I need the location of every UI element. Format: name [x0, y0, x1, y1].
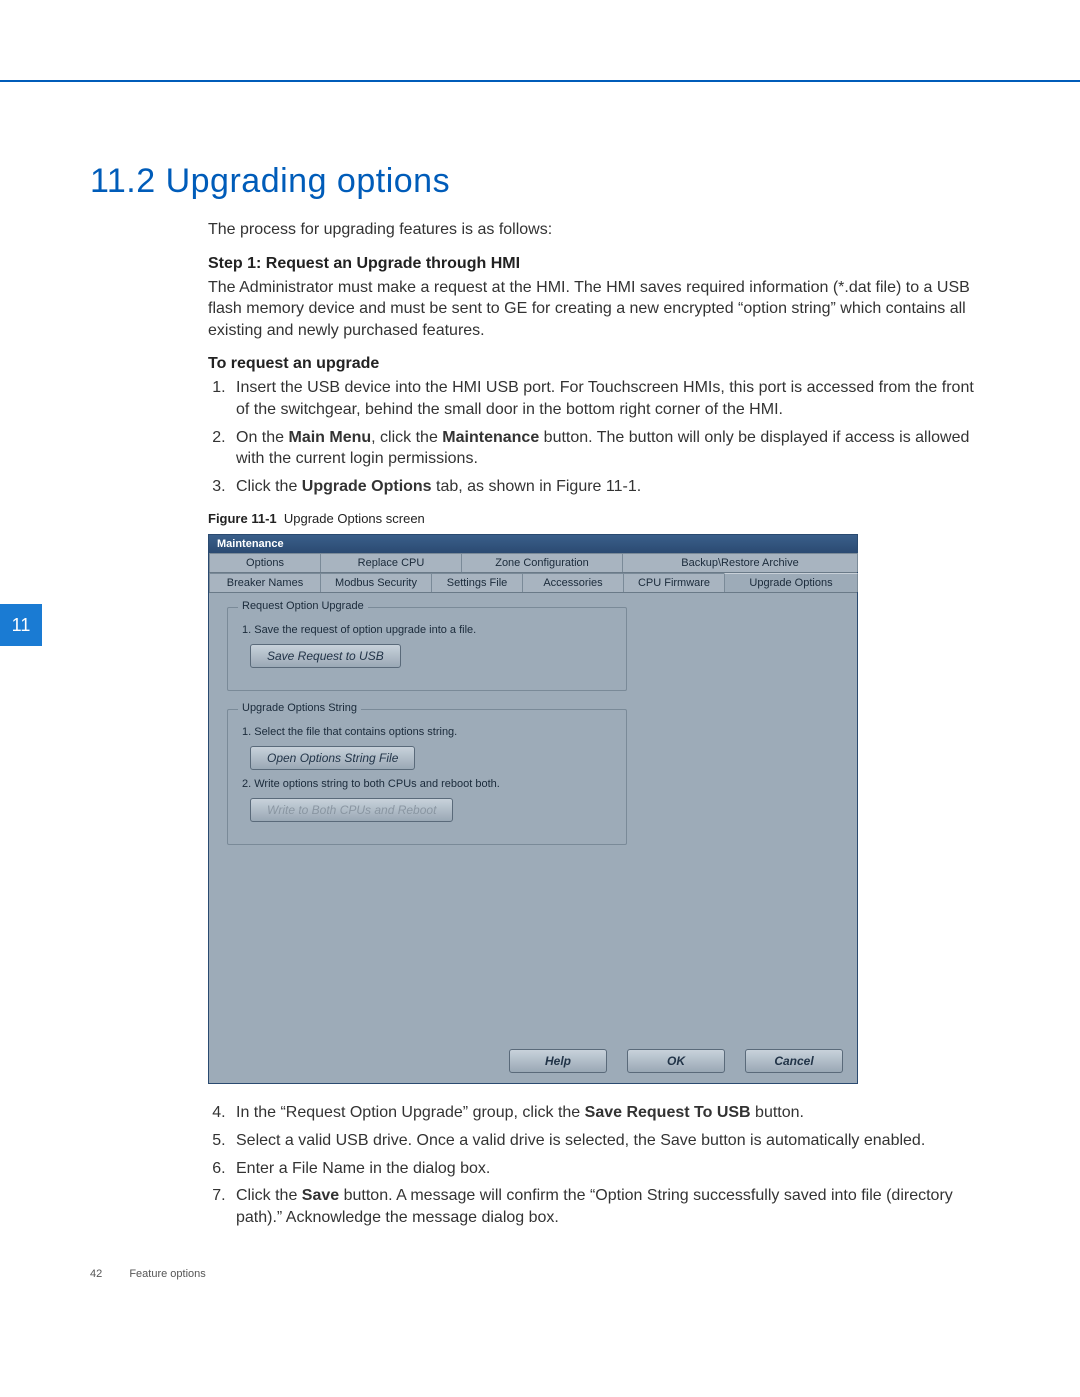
step1-text: The Administrator must make a request at… [208, 277, 990, 342]
tab-backup-restore-archive[interactable]: Backup\Restore Archive [622, 553, 858, 572]
hmi-footer: Help OK Cancel [209, 1041, 857, 1083]
open-options-string-file-button[interactable]: Open Options String File [250, 746, 415, 770]
figure-label: Figure 11-1 [208, 511, 277, 526]
section-title: 11.2 Upgrading options [90, 162, 990, 201]
ok-button[interactable]: OK [627, 1049, 725, 1073]
tab-modbus-security[interactable]: Modbus Security [320, 573, 432, 592]
group-text: 1. Save the request of option upgrade in… [242, 624, 612, 636]
group-request-option-upgrade: Request Option Upgrade 1. Save the reque… [227, 607, 627, 691]
list-item: In the “Request Option Upgrade” group, c… [230, 1102, 990, 1124]
tab-replace-cpu[interactable]: Replace CPU [320, 553, 462, 572]
footer-section: Feature options [129, 1268, 205, 1280]
group-upgrade-options-string: Upgrade Options String 1. Select the fil… [227, 709, 627, 845]
hmi-body: Request Option Upgrade 1. Save the reque… [209, 593, 857, 1041]
help-button[interactable]: Help [509, 1049, 607, 1073]
step1-heading: Step 1: Request an Upgrade through HMI [208, 255, 990, 273]
request-heading: To request an upgrade [208, 355, 990, 373]
group-text: 2. Write options string to both CPUs and… [242, 778, 612, 790]
tab-breaker-names[interactable]: Breaker Names [209, 573, 321, 592]
hmi-tabs-row-1: Options Replace CPU Zone Configuration B… [209, 553, 857, 573]
tab-options[interactable]: Options [209, 553, 321, 572]
hmi-titlebar: Maintenance [209, 535, 857, 553]
hmi-tabs-row-2: Breaker Names Modbus Security Settings F… [209, 573, 857, 593]
save-request-to-usb-button[interactable]: Save Request to USB [250, 644, 401, 668]
cancel-button[interactable]: Cancel [745, 1049, 843, 1073]
list-item: On the Main Menu, click the Maintenance … [230, 427, 990, 470]
list-item: Click the Upgrade Options tab, as shown … [230, 476, 990, 498]
group-legend: Upgrade Options String [238, 702, 361, 714]
steps-list-a: Insert the USB device into the HMI USB p… [208, 377, 990, 497]
list-item: Select a valid USB drive. Once a valid d… [230, 1130, 990, 1152]
hmi-window: Maintenance Options Replace CPU Zone Con… [208, 534, 858, 1084]
figure-caption: Figure 11-1 Upgrade Options screen [208, 511, 990, 526]
list-item: Enter a File Name in the dialog box. [230, 1158, 990, 1180]
page-content: 11.2 Upgrading options The process for u… [0, 80, 1080, 1320]
group-text: 1. Select the file that contains options… [242, 726, 612, 738]
tab-zone-configuration[interactable]: Zone Configuration [461, 553, 623, 572]
figure-caption-text: Upgrade Options screen [284, 511, 425, 526]
page-footer: 42 Feature options [90, 1268, 990, 1280]
tab-accessories[interactable]: Accessories [522, 573, 624, 592]
tab-cpu-firmware[interactable]: CPU Firmware [623, 573, 725, 592]
steps-list-b: In the “Request Option Upgrade” group, c… [208, 1102, 990, 1228]
group-legend: Request Option Upgrade [238, 600, 368, 612]
tab-upgrade-options[interactable]: Upgrade Options [724, 573, 858, 592]
tab-settings-file[interactable]: Settings File [431, 573, 523, 592]
intro-text: The process for upgrading features is as… [208, 219, 990, 241]
list-item: Insert the USB device into the HMI USB p… [230, 377, 990, 420]
list-item: Click the Save button. A message will co… [230, 1185, 990, 1228]
write-to-both-cpus-button[interactable]: Write to Both CPUs and Reboot [250, 798, 453, 822]
page-number: 42 [90, 1268, 102, 1280]
